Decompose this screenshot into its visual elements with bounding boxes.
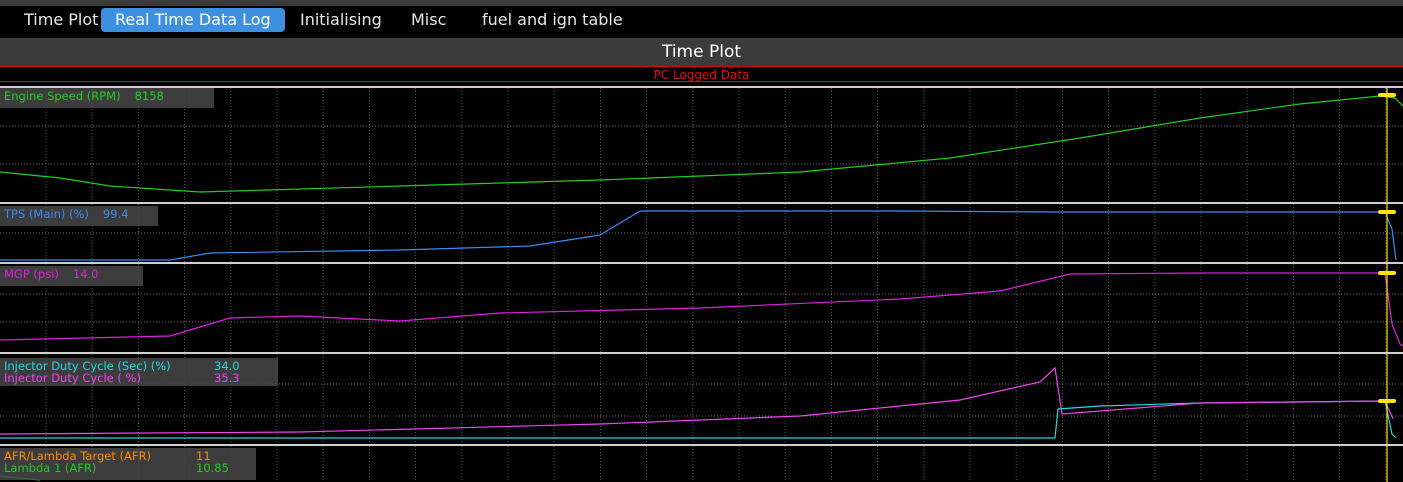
page-title: Time Plot xyxy=(0,38,1403,66)
plot-area[interactable] xyxy=(0,264,1403,352)
cursor-marker xyxy=(1378,271,1396,275)
channel-label-mgp: MGP (psi) 14.0 xyxy=(0,266,143,286)
channel-label-rpm: Engine Speed (RPM) 8158 xyxy=(0,88,214,108)
channel-value: 99.4 xyxy=(102,207,129,221)
cursor-marker xyxy=(1378,399,1396,403)
channel-name: Lambda 1 (AFR) xyxy=(4,461,97,475)
channel-value: 35.3 xyxy=(214,371,240,385)
tab-fuel-and-ign-table[interactable]: fuel and ign table xyxy=(468,8,637,32)
channel-value: 14.0 xyxy=(72,267,99,281)
channel-value: 8158 xyxy=(134,89,164,103)
tab-bar: Time Plot Real Time Data Log Initialisin… xyxy=(0,0,1403,38)
tab-initialising[interactable]: Initialising xyxy=(286,8,396,32)
plot-area[interactable] xyxy=(0,204,1403,262)
channel-name: Engine Speed (RPM) xyxy=(4,89,121,103)
plot-panel-mgp[interactable] xyxy=(0,262,1403,352)
channel-label-tps: TPS (Main) (%) 99.4 xyxy=(0,206,158,226)
cursor-marker xyxy=(1378,93,1396,97)
channel-value: 10.85 xyxy=(196,461,229,475)
title-strip xyxy=(0,0,1403,6)
plot-source-label: PC Logged Data xyxy=(0,66,1403,82)
channel-name: Injector Duty Cycle ( %) xyxy=(4,371,141,385)
tab-real-time-data-log[interactable]: Real Time Data Log xyxy=(101,8,285,32)
tab-misc[interactable]: Misc xyxy=(397,8,460,32)
channel-label-afr: AFR/Lambda Target (AFR) 11 Lambda 1 (AFR)… xyxy=(0,448,256,480)
channel-name: TPS (Main) (%) xyxy=(4,207,89,221)
tab-time-plot[interactable]: Time Plot xyxy=(10,8,112,32)
channel-name: MGP (psi) xyxy=(4,267,59,281)
channel-label-injector: Injector Duty Cycle (Sec) (%) 34.0 Inject… xyxy=(0,358,278,386)
plot-panel-tps[interactable] xyxy=(0,202,1403,262)
cursor-marker xyxy=(1378,210,1396,214)
